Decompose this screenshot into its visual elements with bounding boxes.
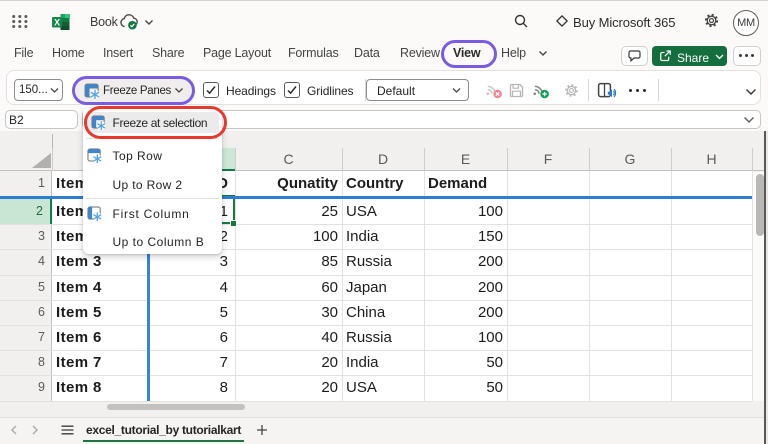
svg-text:X: X <box>54 18 60 28</box>
